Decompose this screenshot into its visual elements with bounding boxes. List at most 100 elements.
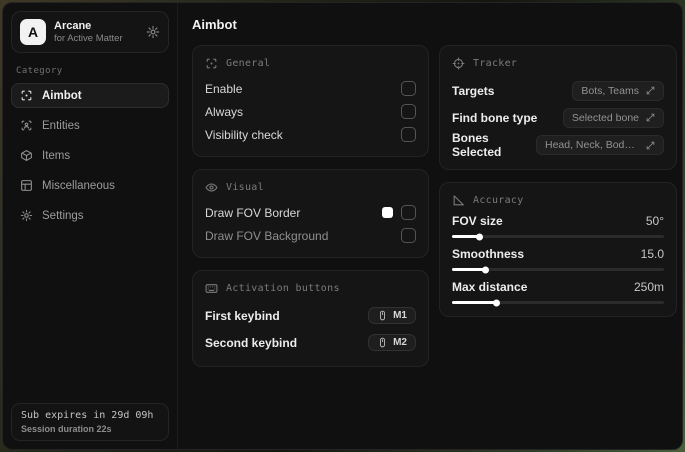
sub-expires-text: Sub expires in 29d 09h — [21, 410, 154, 421]
crosshair-scan-icon — [205, 57, 218, 70]
layout-icon — [20, 179, 33, 192]
card-title: General — [226, 58, 271, 69]
sidebar-item-label: Settings — [42, 209, 84, 222]
setting-row-find-bone-type: Find bone type Selected bone — [452, 104, 664, 131]
fov-size-slider[interactable] — [452, 233, 664, 240]
setting-row-visibility-check: Visibility check — [205, 123, 416, 146]
slider-value: 50° — [645, 214, 664, 228]
setting-label: Visibility check — [205, 127, 283, 142]
setting-label: Targets — [452, 83, 495, 98]
slider-fill — [452, 233, 483, 240]
setting-row-enable: Enable — [205, 77, 416, 100]
left-column: General Enable Always Visibility check V… — [192, 45, 429, 367]
card-title: Visual — [226, 182, 264, 193]
setting-label: First keybind — [205, 308, 280, 323]
second-keybind-button[interactable]: M2 — [368, 334, 416, 351]
activation-card-header: Activation buttons — [205, 282, 416, 295]
brand-text: Arcane for Active Matter — [54, 20, 123, 44]
brand-card: A Arcane for Active Matter — [11, 11, 169, 53]
always-checkbox[interactable] — [401, 104, 416, 119]
visual-card-header: Visual — [205, 181, 416, 194]
brand-name: Arcane — [54, 20, 92, 32]
card-title: Activation buttons — [226, 283, 340, 294]
first-keybind-button[interactable]: M1 — [368, 307, 416, 324]
setting-row-bones-selected: Bones Selected Head, Neck, Body, Pe.. — [452, 131, 664, 159]
angle-icon — [452, 194, 465, 207]
slider-fill — [452, 266, 489, 273]
brand-subtitle: for Active Matter — [54, 33, 123, 44]
slider-value: 15.0 — [640, 247, 664, 261]
setting-row-always: Always — [205, 100, 416, 123]
max-distance-slider[interactable] — [452, 299, 664, 306]
draw-fov-border-checkbox[interactable] — [401, 205, 416, 220]
slider-handle[interactable] — [492, 299, 500, 306]
app-window: A Arcane for Active Matter Category Aimb… — [2, 2, 683, 450]
general-card: General Enable Always Visibility check — [192, 45, 429, 157]
sidebar-item-label: Entities — [42, 119, 80, 132]
slider-label: FOV size — [452, 214, 503, 228]
setting-row-first-keybind: First keybind M1 — [205, 302, 416, 329]
cube-icon — [20, 149, 33, 162]
setting-label: Second keybind — [205, 335, 298, 350]
expand-icon — [646, 113, 655, 122]
slider-value: 250m — [633, 280, 664, 294]
bones-selected-dropdown[interactable]: Head, Neck, Body, Pe.. — [536, 135, 664, 155]
draw-fov-background-checkbox[interactable] — [401, 228, 416, 243]
fov-border-color-swatch[interactable] — [382, 207, 393, 218]
mouse-icon — [377, 337, 388, 348]
crosshair-scan-icon — [20, 89, 33, 102]
sidebar-item-settings[interactable]: Settings — [11, 203, 169, 228]
keybind-value: M2 — [393, 337, 407, 348]
mouse-icon — [377, 310, 388, 321]
setting-label: Enable — [205, 81, 243, 96]
activation-buttons-card: Activation buttons First keybind M1 Seco… — [192, 270, 429, 367]
accuracy-card: Accuracy FOV size 50° Smoothness 15.0 Ma… — [439, 182, 677, 317]
dropdown-value: Selected bone — [571, 111, 639, 124]
setting-label: Draw FOV Background — [205, 228, 329, 243]
general-card-header: General — [205, 57, 416, 70]
sidebar-item-label: Miscellaneous — [42, 179, 115, 192]
setting-label: Draw FOV Border — [205, 205, 301, 220]
max-distance-slider-group: Max distance 250m — [452, 280, 664, 306]
find-bone-type-dropdown[interactable]: Selected bone — [562, 107, 664, 128]
setting-label: Always — [205, 104, 244, 119]
expand-icon — [646, 141, 655, 150]
subscription-card: Sub expires in 29d 09h Session duration … — [11, 403, 169, 441]
setting-label: Bones Selected — [452, 131, 502, 159]
setting-label: Find bone type — [452, 110, 538, 125]
sidebar-item-items[interactable]: Items — [11, 143, 169, 168]
targets-dropdown[interactable]: Bots, Teams — [572, 80, 664, 101]
eye-icon — [205, 181, 218, 194]
tracker-card-header: Tracker — [452, 57, 664, 70]
card-title: Accuracy — [473, 195, 524, 206]
slider-handle[interactable] — [481, 266, 489, 273]
sidebar-item-miscellaneous[interactable]: Miscellaneous — [11, 173, 169, 198]
category-label: Category — [16, 66, 63, 76]
sidebar-item-entities[interactable]: Entities — [11, 113, 169, 138]
visibility-check-checkbox[interactable] — [401, 127, 416, 142]
session-duration-text: Session duration 22s — [21, 424, 112, 434]
slider-fill — [452, 299, 500, 306]
gear-icon[interactable] — [146, 25, 160, 39]
setting-row-draw-fov-border: Draw FOV Border — [205, 201, 416, 224]
sidebar-item-aimbot[interactable]: Aimbot — [11, 83, 169, 108]
sidebar-item-label: Aimbot — [42, 89, 82, 102]
main-panel: Aimbot General Enable Always Visibility … — [178, 3, 682, 449]
fov-size-slider-group: FOV size 50° — [452, 214, 664, 240]
card-title: Tracker — [473, 58, 518, 69]
tracker-card: Tracker Targets Bots, Teams Find bone ty… — [439, 45, 677, 170]
enable-checkbox[interactable] — [401, 81, 416, 96]
sidebar: A Arcane for Active Matter Category Aimb… — [3, 3, 178, 449]
keyboard-icon — [205, 282, 218, 295]
smoothness-slider[interactable] — [452, 266, 664, 273]
expand-icon — [646, 86, 655, 95]
setting-row-second-keybind: Second keybind M2 — [205, 329, 416, 356]
slider-handle[interactable] — [475, 233, 483, 240]
brand-logo: A — [20, 19, 46, 45]
slider-label: Max distance — [452, 280, 528, 294]
slider-label: Smoothness — [452, 247, 525, 261]
right-column: Tracker Targets Bots, Teams Find bone ty… — [439, 45, 677, 317]
smoothness-slider-group: Smoothness 15.0 — [452, 247, 664, 273]
target-icon — [452, 57, 465, 70]
dropdown-value: Head, Neck, Body, Pe.. — [545, 139, 639, 151]
